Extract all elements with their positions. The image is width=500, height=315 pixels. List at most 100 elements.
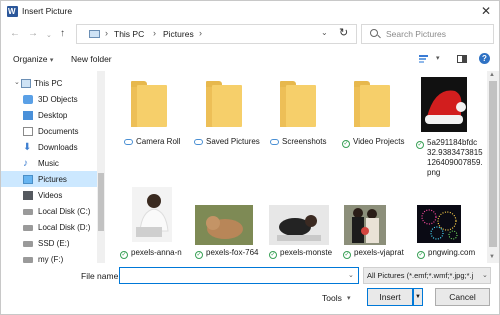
image-pngwing[interactable]: ✓ pngwing.com bbox=[415, 187, 487, 263]
file-name-line: png bbox=[427, 168, 441, 177]
sidebar-label: This PC bbox=[34, 79, 63, 88]
image-pexels-vjaprat[interactable]: ✓ pexels-vjaprat bbox=[341, 187, 415, 263]
tools-button[interactable]: Tools bbox=[322, 293, 342, 303]
preview-pane-icon[interactable] bbox=[457, 55, 467, 63]
folder-camera-roll[interactable]: Camera Roll bbox=[121, 75, 191, 153]
chevron-down-icon[interactable]: ⌄ bbox=[482, 271, 488, 279]
file-list-scrollbar-thumb[interactable] bbox=[489, 81, 497, 247]
check-icon: ✓ bbox=[342, 140, 350, 148]
file-name: pexels-fox-764 bbox=[206, 248, 259, 257]
cloud-icon bbox=[270, 139, 279, 145]
couple-flowers-thumbnail bbox=[344, 205, 386, 245]
refresh-icon[interactable]: ↻ bbox=[339, 26, 348, 39]
caret-down-icon: ▾ bbox=[49, 57, 54, 64]
chevron-down-icon[interactable]: ⌄ bbox=[14, 78, 20, 86]
folder-icon bbox=[280, 81, 316, 127]
breadcrumb-this-pc[interactable]: This PC bbox=[114, 29, 144, 39]
word-app-icon bbox=[7, 6, 18, 17]
sidebar-item-documents[interactable]: Documents bbox=[1, 123, 97, 139]
insert-button[interactable]: Insert bbox=[367, 288, 413, 306]
caret-down-icon[interactable]: ▾ bbox=[347, 294, 351, 302]
view-options-icon[interactable] bbox=[419, 55, 431, 63]
forward-arrow-icon[interactable]: → bbox=[28, 28, 38, 40]
breadcrumb-pictures[interactable]: Pictures bbox=[163, 29, 194, 39]
sidebar-item-ssd-e[interactable]: SSD (E:) bbox=[1, 235, 97, 251]
file-name: Video Projects bbox=[353, 137, 405, 146]
file-name: Saved Pictures bbox=[206, 137, 260, 146]
document-icon bbox=[23, 127, 33, 136]
cancel-button[interactable]: Cancel bbox=[435, 288, 490, 306]
address-bar[interactable]: › This PC › Pictures › bbox=[76, 24, 357, 44]
sidebar-label: my (F:) bbox=[38, 255, 64, 264]
file-name-input[interactable] bbox=[119, 267, 359, 284]
file-label: ✓ pexels-fox-764 bbox=[195, 248, 258, 259]
image-santa-hat[interactable]: ✓ 5a291184bfdc 32.9383473815 126409007859… bbox=[415, 75, 487, 187]
disk-icon bbox=[23, 209, 33, 215]
insert-options-dropdown[interactable]: ▼ bbox=[413, 288, 423, 306]
cloud-icon bbox=[194, 139, 203, 145]
sidebar-label: Local Disk (C:) bbox=[38, 207, 91, 216]
scroll-up-icon[interactable]: ▲ bbox=[489, 72, 495, 78]
sidebar-item-local-disk-d[interactable]: Local Disk (D:) bbox=[1, 219, 97, 235]
scroll-down-icon[interactable]: ▼ bbox=[489, 254, 495, 260]
sidebar-scrollbar[interactable] bbox=[97, 71, 105, 263]
title-bar: Insert Picture ✕ bbox=[1, 1, 499, 23]
search-icon bbox=[370, 29, 378, 37]
sidebar-label: Desktop bbox=[38, 111, 68, 120]
sidebar-scrollbar-thumb[interactable] bbox=[98, 173, 104, 231]
caret-down-icon[interactable]: ▾ bbox=[436, 54, 440, 62]
file-name: pexels-vjaprat bbox=[354, 248, 404, 257]
file-name: Screenshots bbox=[282, 137, 327, 146]
close-icon[interactable]: ✕ bbox=[481, 4, 491, 18]
sidebar-label: Local Disk (D:) bbox=[38, 223, 91, 232]
sidebar-item-music[interactable]: ♪ Music bbox=[1, 155, 97, 171]
recent-chevron-icon[interactable]: ⌄ bbox=[46, 30, 52, 42]
file-name: Camera Roll bbox=[136, 137, 181, 146]
image-pexels-anna[interactable]: ✓ pexels-anna-n bbox=[118, 187, 190, 263]
file-name-line: 32.9383473815 bbox=[427, 148, 483, 157]
organize-button[interactable]: Organize ▾ bbox=[13, 54, 53, 64]
file-label: ✓ pexels-vjaprat bbox=[343, 248, 404, 259]
file-name: pexels-anna-n bbox=[131, 248, 182, 257]
check-icon: ✓ bbox=[417, 251, 425, 259]
navigation-pane: ⌄ This PC 3D Objects Desktop Documents ⬇… bbox=[1, 71, 105, 264]
image-pexels-fox[interactable]: ✓ pexels-fox-764 bbox=[193, 187, 267, 263]
file-label: Camera Roll bbox=[124, 137, 180, 146]
chevron-right-icon[interactable]: › bbox=[199, 28, 202, 38]
chevron-right-icon[interactable]: › bbox=[153, 28, 156, 38]
file-type-value: All Pictures (*.emf;*.wmf;*.jpg;*.j bbox=[367, 271, 474, 280]
sidebar-item-this-pc[interactable]: ⌄ This PC bbox=[1, 75, 97, 91]
pc-icon bbox=[21, 79, 31, 88]
pictures-icon bbox=[23, 175, 33, 184]
sidebar-item-pictures[interactable]: Pictures bbox=[1, 171, 97, 187]
help-icon[interactable]: ? bbox=[479, 53, 490, 64]
sidebar-label: Documents bbox=[38, 127, 79, 136]
sidebar-label: Pictures bbox=[38, 175, 67, 184]
sidebar-item-desktop[interactable]: Desktop bbox=[1, 107, 97, 123]
sidebar-item-videos[interactable]: Videos bbox=[1, 187, 97, 203]
sidebar-item-3d-objects[interactable]: 3D Objects bbox=[1, 91, 97, 107]
folder-icon bbox=[206, 81, 242, 127]
folder-screenshots[interactable]: Screenshots bbox=[268, 75, 338, 153]
image-pexels-monster[interactable]: ✓ pexels-monste bbox=[267, 187, 341, 263]
sidebar-item-downloads[interactable]: ⬇ Downloads bbox=[1, 139, 97, 155]
insert-picture-dialog: Insert Picture ✕ ← → ⌄ ↑ › This PC › Pic… bbox=[0, 0, 500, 315]
music-icon: ♪ bbox=[23, 158, 28, 169]
file-name-line: 126409007859. bbox=[427, 158, 483, 167]
disk-icon bbox=[23, 257, 33, 263]
back-arrow-icon[interactable]: ← bbox=[10, 28, 20, 40]
chevron-down-icon[interactable]: ⌄ bbox=[348, 271, 354, 279]
file-label: Screenshots bbox=[270, 137, 326, 146]
folder-video-projects[interactable]: ✓ Video Projects bbox=[341, 75, 416, 153]
up-arrow-icon[interactable]: ↑ bbox=[60, 28, 65, 40]
sidebar-item-my-f[interactable]: my (F:) bbox=[1, 251, 97, 267]
folder-icon bbox=[354, 81, 390, 127]
file-label: ✓ Video Projects bbox=[342, 137, 404, 148]
chevron-right-icon[interactable]: › bbox=[105, 28, 108, 38]
sidebar-item-local-disk-c[interactable]: Local Disk (C:) bbox=[1, 203, 97, 219]
chevron-down-icon[interactable]: ⌄ bbox=[321, 28, 328, 37]
download-icon: ⬇ bbox=[23, 142, 32, 153]
sidebar-label: SSD (E:) bbox=[38, 239, 70, 248]
folder-saved-pictures[interactable]: Saved Pictures bbox=[194, 75, 264, 153]
new-folder-button[interactable]: New folder bbox=[71, 54, 112, 64]
